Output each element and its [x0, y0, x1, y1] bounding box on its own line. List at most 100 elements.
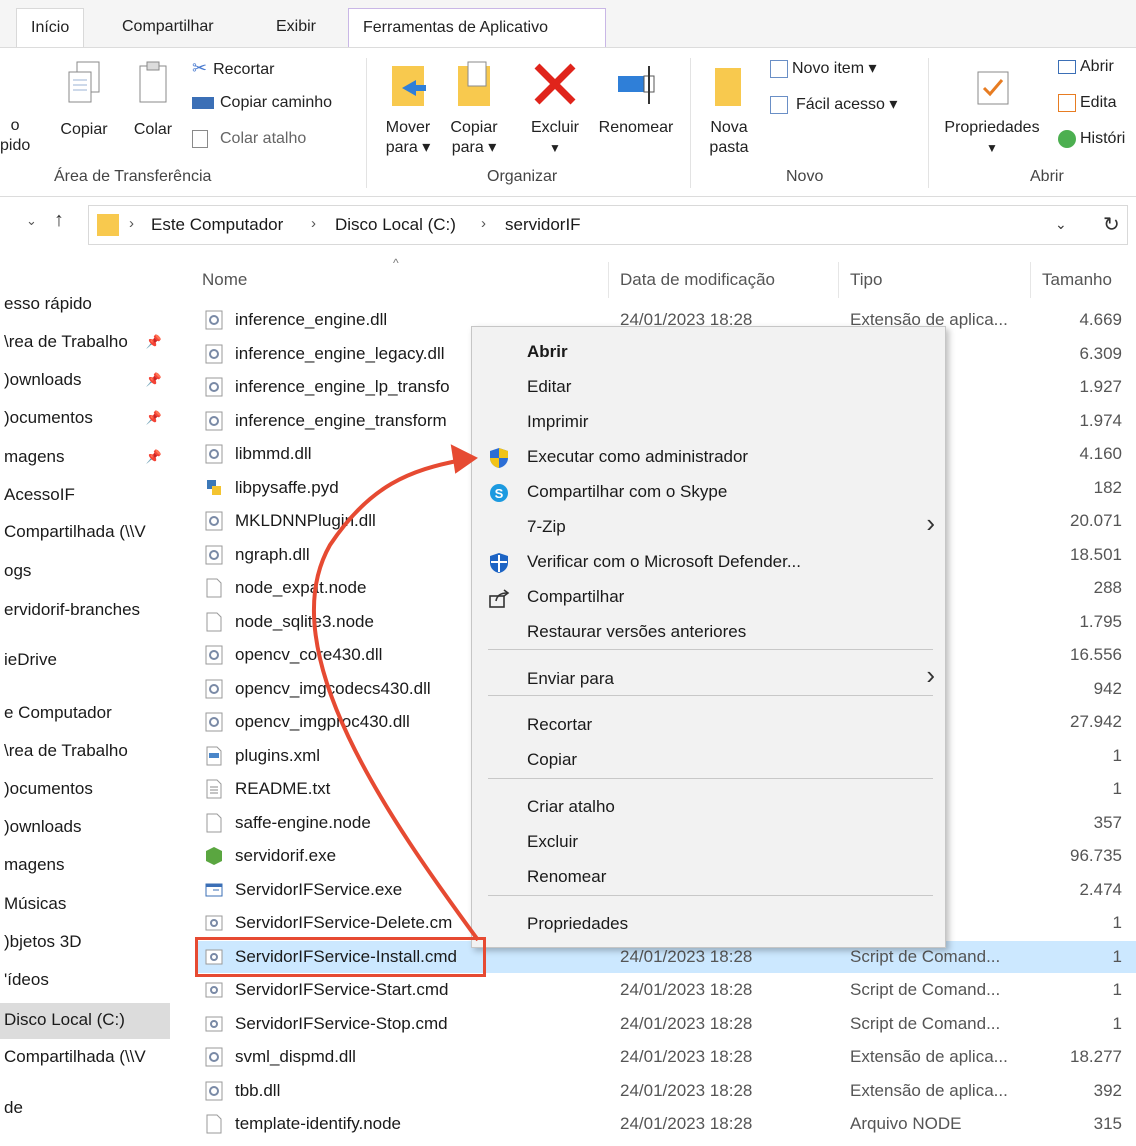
file-icon — [205, 612, 223, 632]
context-menu-item[interactable]: Excluir — [472, 825, 945, 860]
column-header-date[interactable]: Data de modificação — [620, 270, 775, 290]
move-to-button[interactable]: Mover para ▾ — [378, 58, 438, 158]
new-item-button[interactable]: Novo item ▾ — [770, 58, 877, 78]
copy-button[interactable]: Copiar — [52, 58, 116, 140]
nav-item[interactable]: )ocumentos 📌 — [0, 401, 170, 437]
up-arrow-icon[interactable]: ↑ — [54, 209, 64, 232]
copy-to-button[interactable]: Copiar para ▾ — [444, 58, 504, 158]
file-row[interactable]: template-identify.node 24/01/2023 18:28 Ar… — [196, 1108, 1136, 1140]
pin-icon: 📌 — [145, 449, 162, 464]
context-menu-item-label: Editar — [527, 377, 572, 396]
file-size: 1 — [1112, 779, 1122, 798]
edit-button[interactable]: Edita — [1058, 94, 1116, 112]
context-menu-item[interactable]: Verificar com o Microsoft Defender... — [472, 545, 945, 580]
properties-button[interactable]: Propriedades ▼ — [936, 58, 1048, 158]
rename-label: Renomear — [598, 119, 674, 136]
tab-ferramentas-aplicativo[interactable]: Ferramentas de Aplicativo — [348, 8, 606, 48]
nav-item[interactable]: AcessoIF — [0, 478, 170, 514]
context-menu-item-label: Renomear — [527, 867, 607, 886]
pin-icon: 📌 — [145, 410, 162, 425]
context-menu-item[interactable]: S Compartilhar com o Skype — [472, 475, 945, 510]
context-menu-item[interactable]: Renomear — [472, 860, 945, 895]
context-menu-item[interactable]: Imprimir — [472, 405, 945, 440]
context-menu-item[interactable]: Abrir — [472, 335, 945, 370]
refresh-icon[interactable]: ↻ — [1103, 212, 1120, 237]
new-folder-button[interactable]: Nova pasta — [700, 58, 758, 158]
file-row[interactable]: tbb.dll 24/01/2023 18:28 Extensão de aplic… — [196, 1075, 1136, 1107]
tab-inicio[interactable]: Início — [16, 8, 85, 48]
nav-item[interactable]: magens 📌 — [0, 440, 170, 476]
nav-item[interactable]: \rea de Trabalho 📌 — [0, 325, 170, 361]
cut-button[interactable]: ✂ Recortar — [192, 58, 274, 79]
history-button[interactable]: Históri — [1058, 130, 1125, 148]
nav-item[interactable]: Compartilhada (\\V — [0, 515, 170, 551]
context-menu-item[interactable]: Propriedades — [472, 907, 945, 942]
copy-folder-icon — [458, 61, 490, 106]
nav-item-label: )ownloads — [4, 817, 82, 836]
address-bar[interactable]: › Este Computador › Disco Local (C:) › s… — [88, 205, 1128, 245]
nav-item[interactable]: e Computador — [0, 696, 170, 732]
context-menu-item[interactable]: Editar — [472, 370, 945, 405]
file-row[interactable]: ServidorIFService-Stop.cmd 24/01/2023 18:… — [196, 1008, 1136, 1040]
nav-item[interactable]: Músicas — [0, 887, 170, 923]
file-type: Extensão de aplica... — [850, 1081, 1008, 1100]
nav-item[interactable]: ieDrive — [0, 643, 170, 679]
paste-shortcut-button[interactable]: Colar atalho — [192, 130, 306, 148]
move-to-label-2: para ▾ — [385, 139, 431, 156]
file-size: 1 — [1112, 746, 1122, 765]
context-menu-item-label: Verificar com o Microsoft Defender... — [527, 552, 801, 571]
column-divider[interactable] — [838, 262, 839, 298]
breadcrumb-este-computador[interactable]: Este Computador — [151, 215, 283, 235]
column-header-size[interactable]: Tamanho — [1042, 270, 1112, 290]
easy-access-button[interactable]: Fácil acesso ▾ — [770, 94, 897, 114]
column-header-type[interactable]: Tipo — [850, 270, 882, 290]
open-button[interactable]: Abrir — [1058, 58, 1114, 76]
nav-item[interactable]: ervidorif-branches — [0, 593, 170, 629]
breadcrumb-separator-icon: › — [311, 215, 316, 232]
column-header-name[interactable]: Nome — [202, 270, 247, 290]
context-menu-item[interactable]: 7-Zip › — [472, 508, 945, 545]
context-menu-item-label: Enviar para — [527, 669, 614, 688]
file-size: 1 — [1112, 947, 1122, 966]
nav-item[interactable]: \rea de Trabalho — [0, 734, 170, 770]
tab-exibir[interactable]: Exibir — [262, 8, 330, 48]
nav-item[interactable]: 'ídeos — [0, 963, 170, 999]
context-menu-item[interactable]: Restaurar versões anteriores — [472, 615, 945, 650]
context-menu-item[interactable]: Copiar — [472, 743, 945, 778]
file-row[interactable]: ServidorIFService-Start.cmd 24/01/2023 18… — [196, 974, 1136, 1006]
pin-quick-access-label[interactable]: o pido — [0, 116, 30, 156]
copy-path-button[interactable]: Copiar caminho — [192, 94, 332, 112]
nav-item[interactable]: ogs — [0, 554, 170, 590]
delete-dropdown-icon[interactable]: ▼ — [524, 138, 586, 158]
column-divider[interactable] — [608, 262, 609, 298]
nav-item[interactable]: )ownloads 📌 — [0, 363, 170, 399]
recent-locations-chevron-icon[interactable]: ⌄ — [26, 213, 37, 229]
breadcrumb-disco-local[interactable]: Disco Local (C:) — [335, 215, 456, 235]
nav-item[interactable]: Disco Local (C:) — [0, 1003, 170, 1039]
file-row[interactable]: svml_dispmd.dll 24/01/2023 18:28 Extensão … — [196, 1041, 1136, 1073]
file-size: 4.160 — [1079, 444, 1122, 463]
nav-item[interactable]: magens — [0, 848, 170, 884]
context-menu-item[interactable]: Criar atalho — [472, 790, 945, 825]
properties-dropdown-icon[interactable]: ▼ — [936, 138, 1048, 158]
nav-item[interactable]: )ocumentos — [0, 772, 170, 808]
context-menu-item[interactable]: Enviar para › — [472, 660, 945, 697]
tab-compartilhar[interactable]: Compartilhar — [108, 8, 228, 48]
rename-button[interactable]: Renomear — [590, 58, 682, 138]
delete-button[interactable]: Excluir ▼ — [524, 58, 586, 158]
breadcrumb-servidorif[interactable]: servidorIF — [505, 215, 581, 235]
nav-item[interactable]: esso rápido — [0, 287, 170, 323]
context-menu-item[interactable]: Executar como administrador — [472, 440, 945, 475]
context-menu-item[interactable]: Recortar — [472, 708, 945, 743]
nav-item[interactable]: de — [0, 1091, 170, 1127]
nav-item[interactable]: )bjetos 3D — [0, 925, 170, 961]
address-dropdown-icon[interactable]: ⌄ — [1055, 216, 1067, 233]
folder-icon — [97, 214, 119, 236]
nav-item[interactable]: )ownloads — [0, 810, 170, 846]
context-menu-item[interactable]: Compartilhar — [472, 580, 945, 615]
annotation-highlight-box — [195, 937, 486, 977]
column-divider[interactable] — [1030, 262, 1031, 298]
address-row: ⌄ ↑ › Este Computador › Disco Local (C:)… — [0, 197, 1136, 255]
nav-item[interactable]: Compartilhada (\\V — [0, 1040, 170, 1076]
paste-button[interactable]: Colar — [126, 58, 180, 140]
